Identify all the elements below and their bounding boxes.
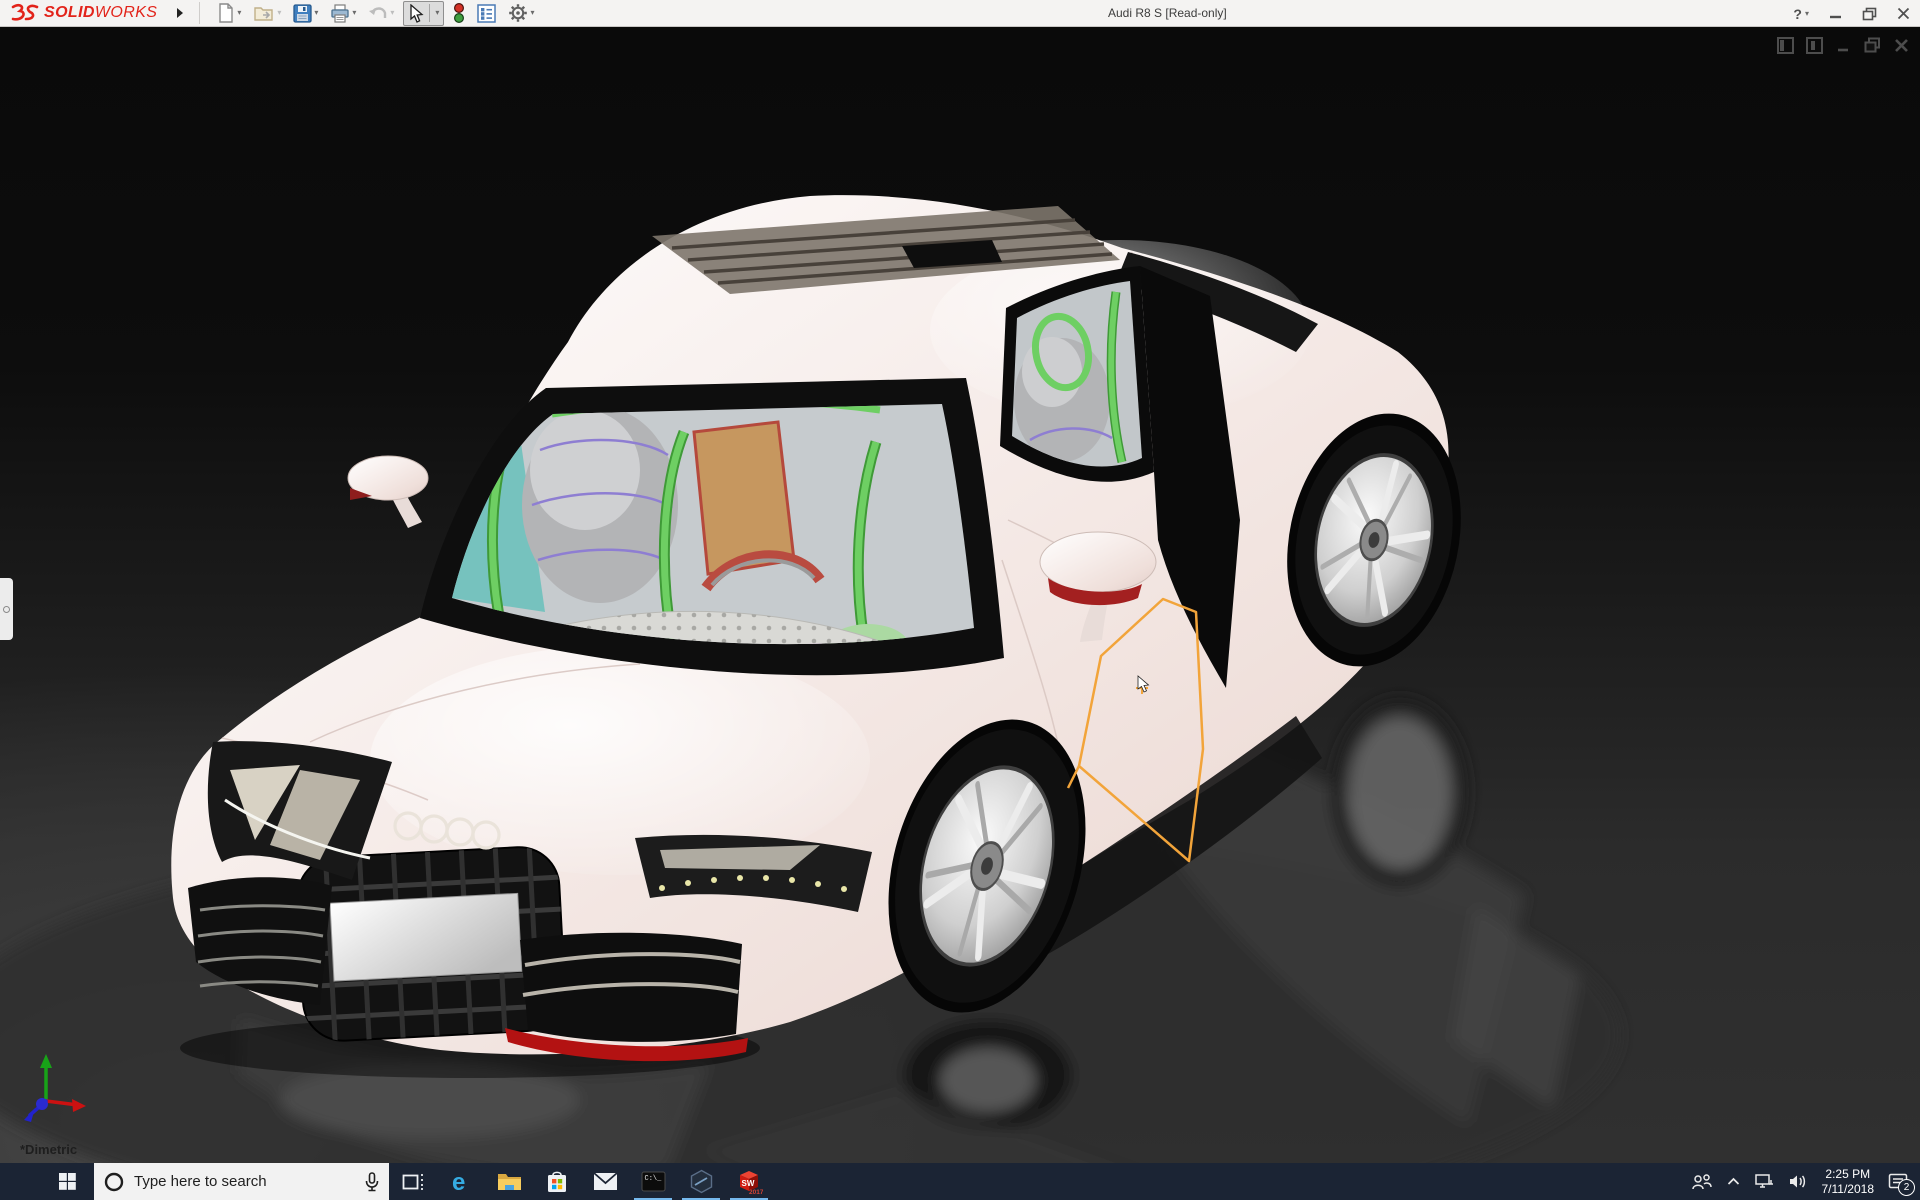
restore-button[interactable] bbox=[1862, 7, 1877, 21]
new-document-icon bbox=[219, 3, 234, 23]
save-floppy-icon bbox=[293, 3, 313, 23]
svg-text:2017: 2017 bbox=[749, 1189, 763, 1195]
select-divider bbox=[429, 4, 431, 22]
tray-time: 2:25 PM bbox=[1825, 1166, 1871, 1181]
undo-icon bbox=[369, 6, 387, 18]
help-button[interactable]: ? ▾ bbox=[1793, 6, 1809, 22]
ds-logo-icon bbox=[11, 4, 39, 21]
options-button[interactable]: ▾ bbox=[505, 1, 537, 25]
brand-text: SOLIDWORKS bbox=[44, 4, 158, 21]
file-properties-button[interactable] bbox=[474, 2, 499, 25]
minimize-document-icon[interactable] bbox=[1834, 36, 1852, 54]
collapse-circle-icon bbox=[3, 605, 10, 613]
restore-document-icon[interactable] bbox=[1863, 36, 1881, 54]
rebuild-button[interactable] bbox=[450, 1, 468, 26]
print-icon bbox=[331, 3, 350, 23]
restore-icon bbox=[1862, 7, 1877, 20]
title-bar: SOLIDWORKS ▾ ▾ ▾ ▾ ▾ ▾ ▾ Audi R8 S [Read… bbox=[0, 0, 1920, 27]
start-button[interactable] bbox=[0, 1163, 94, 1200]
taskbar-app-edge[interactable]: e bbox=[437, 1163, 485, 1200]
search-input[interactable] bbox=[134, 1173, 355, 1190]
toolbar-separator bbox=[199, 2, 201, 24]
taskbar-app-task-view[interactable] bbox=[389, 1163, 437, 1200]
taskbar: e C:\_ bbox=[0, 1163, 1920, 1200]
audi-r8-model[interactable] bbox=[0, 27, 1920, 1163]
command-prompt-icon: C:\_ bbox=[641, 1171, 665, 1192]
select-tool-button[interactable]: ▾ bbox=[403, 0, 445, 26]
taskbar-app-mail[interactable] bbox=[581, 1163, 629, 1200]
taskbar-app-solidworks-2017[interactable]: SW 2017 bbox=[725, 1163, 773, 1200]
task-view-icon bbox=[402, 1173, 423, 1190]
mail-icon bbox=[592, 1172, 618, 1190]
close-icon bbox=[1897, 7, 1910, 20]
edge-icon: e bbox=[452, 1169, 465, 1195]
search-box[interactable] bbox=[94, 1163, 389, 1200]
file-properties-icon bbox=[477, 3, 497, 23]
tray-chevron-icon[interactable] bbox=[1727, 1177, 1740, 1186]
action-center-button[interactable]: 2 bbox=[1888, 1173, 1915, 1196]
feature-pane-icon[interactable] bbox=[1805, 36, 1823, 54]
cortana-circle-icon bbox=[104, 1172, 124, 1191]
left-mirror[interactable] bbox=[347, 455, 429, 528]
clock[interactable]: 2:25 PM 7/11/2018 bbox=[1822, 1167, 1875, 1197]
save-button[interactable]: ▾ bbox=[290, 2, 321, 25]
volume-icon[interactable] bbox=[1788, 1173, 1808, 1190]
close-button[interactable] bbox=[1897, 7, 1910, 20]
document-window-controls bbox=[1776, 36, 1910, 54]
close-document-icon[interactable] bbox=[1892, 36, 1910, 54]
print-button[interactable]: ▾ bbox=[327, 2, 359, 25]
view-orientation-label: *Dimetric bbox=[20, 1142, 78, 1157]
traffic-light-icon bbox=[454, 2, 465, 23]
window-controls: ? ▾ bbox=[1793, 0, 1910, 27]
minimize-icon bbox=[1830, 15, 1841, 19]
solidworks-logo: SOLIDWORKS bbox=[0, 3, 157, 23]
hexagon-app-icon bbox=[690, 1169, 712, 1194]
svg-text:SW: SW bbox=[741, 1179, 754, 1188]
taskbar-app-file-explorer[interactable] bbox=[485, 1163, 533, 1200]
svg-text:e: e bbox=[452, 1169, 465, 1195]
quick-access-toolbar: ▾ ▾ ▾ ▾ ▾ ▾ ▾ bbox=[214, 0, 537, 26]
people-icon[interactable] bbox=[1691, 1173, 1713, 1191]
graphics-area[interactable]: *Dimetric bbox=[0, 27, 1920, 1163]
solidworks-2017-icon: SW 2017 bbox=[739, 1170, 763, 1195]
left-intake bbox=[188, 877, 332, 1005]
right-triangle-icon bbox=[177, 8, 184, 18]
network-icon[interactable] bbox=[1754, 1173, 1774, 1190]
taskbar-app-store[interactable] bbox=[533, 1163, 581, 1200]
taskbar-app-composer[interactable] bbox=[677, 1163, 725, 1200]
select-cursor-icon bbox=[410, 3, 424, 23]
window-title: Audi R8 S [Read-only] bbox=[1108, 6, 1227, 20]
microphone-icon[interactable] bbox=[365, 1171, 379, 1192]
task-pane-collapse-tab[interactable] bbox=[0, 578, 13, 640]
gear-icon bbox=[509, 4, 528, 22]
windows-logo-icon bbox=[59, 1173, 76, 1190]
svg-text:C:\_: C:\_ bbox=[644, 1175, 662, 1183]
open-button[interactable]: ▾ bbox=[250, 2, 284, 24]
system-tray: 2:25 PM 7/11/2018 2 bbox=[1691, 1163, 1920, 1200]
tray-date: 7/11/2018 bbox=[1821, 1181, 1875, 1196]
notification-badge: 2 bbox=[1898, 1178, 1915, 1196]
orientation-triad[interactable] bbox=[6, 1046, 96, 1131]
new-document-button[interactable]: ▾ bbox=[214, 1, 244, 25]
store-icon bbox=[548, 1171, 566, 1192]
minimize-button[interactable] bbox=[1829, 7, 1842, 20]
license-plate bbox=[329, 892, 523, 982]
open-folder-icon bbox=[254, 7, 274, 21]
file-explorer-icon bbox=[497, 1174, 521, 1190]
menu-expand-arrow[interactable] bbox=[171, 3, 189, 23]
taskbar-app-command-prompt[interactable]: C:\_ bbox=[629, 1163, 677, 1200]
display-pane-icon[interactable] bbox=[1776, 36, 1794, 54]
undo-button[interactable]: ▾ bbox=[365, 3, 397, 24]
